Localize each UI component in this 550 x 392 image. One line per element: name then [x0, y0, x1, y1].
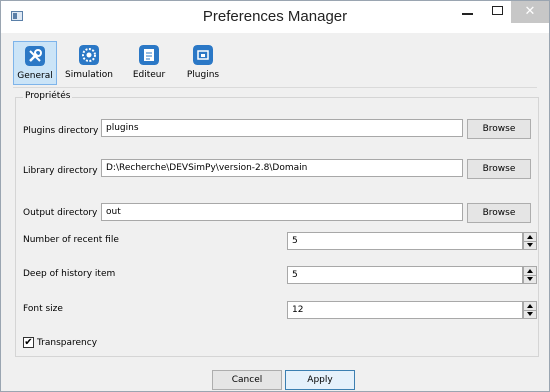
tab-editeur[interactable]: Editeur	[123, 41, 175, 85]
tab-plugins[interactable]: Plugins	[177, 41, 229, 85]
output-directory-input[interactable]: out	[101, 203, 463, 221]
plugin-icon	[193, 45, 213, 65]
font-size-input[interactable]: 12	[287, 301, 523, 319]
tab-general-label: General	[17, 71, 53, 81]
history-depth-input[interactable]: 5	[287, 266, 523, 284]
history-depth-spinner[interactable]	[523, 266, 537, 284]
font-size-spinner[interactable]	[523, 301, 537, 319]
cancel-button[interactable]: Cancel	[212, 370, 282, 390]
close-button[interactable]: ✕	[511, 1, 549, 23]
output-browse-button[interactable]: Browse	[467, 203, 531, 223]
plugins-browse-button[interactable]: Browse	[467, 119, 531, 139]
minimize-icon	[461, 13, 473, 15]
plugins-directory-input[interactable]: plugins	[101, 119, 463, 137]
font-size-label: Font size	[23, 304, 63, 314]
spin-down-icon[interactable]	[524, 275, 536, 283]
library-directory-label: Library directory	[23, 166, 98, 176]
library-browse-button[interactable]: Browse	[467, 159, 531, 179]
apply-button[interactable]: Apply	[285, 370, 355, 390]
properties-group-title: Propriétés	[23, 91, 73, 101]
gear-icon	[79, 45, 99, 65]
spin-down-icon[interactable]	[524, 310, 536, 318]
preferences-toolbar: General Simulation Editeur Plugins	[13, 41, 257, 85]
history-depth-label: Deep of history item	[23, 269, 116, 279]
recent-files-label: Number of recent file	[23, 235, 119, 245]
tools-icon	[25, 46, 45, 66]
close-icon: ✕	[524, 4, 536, 19]
preferences-window: Preferences Manager ✕ General Simulation	[0, 0, 550, 392]
tab-general[interactable]: General	[13, 41, 57, 85]
tab-editeur-label: Editeur	[132, 70, 166, 80]
plugins-directory-label: Plugins directory	[23, 126, 99, 136]
maximize-button[interactable]	[483, 1, 511, 21]
title-bar: Preferences Manager ✕	[1, 1, 549, 33]
tab-plugins-label: Plugins	[186, 70, 220, 80]
transparency-label: Transparency	[37, 338, 98, 348]
spin-down-icon[interactable]	[524, 241, 536, 249]
recent-files-input[interactable]: 5	[287, 232, 523, 250]
toolbar-separator	[13, 87, 537, 88]
library-directory-input[interactable]: D:\Recherche\DEVSimPy\version-2.8\Domain	[101, 159, 463, 177]
maximize-icon	[491, 6, 503, 15]
tab-simulation-label: Simulation	[65, 70, 113, 80]
tab-simulation[interactable]: Simulation	[59, 41, 119, 85]
output-directory-label: Output directory	[23, 208, 98, 218]
recent-files-spinner[interactable]	[523, 232, 537, 250]
minimize-button[interactable]	[453, 1, 481, 21]
transparency-checkbox[interactable]: ✔	[23, 337, 34, 348]
editor-icon	[139, 45, 159, 65]
